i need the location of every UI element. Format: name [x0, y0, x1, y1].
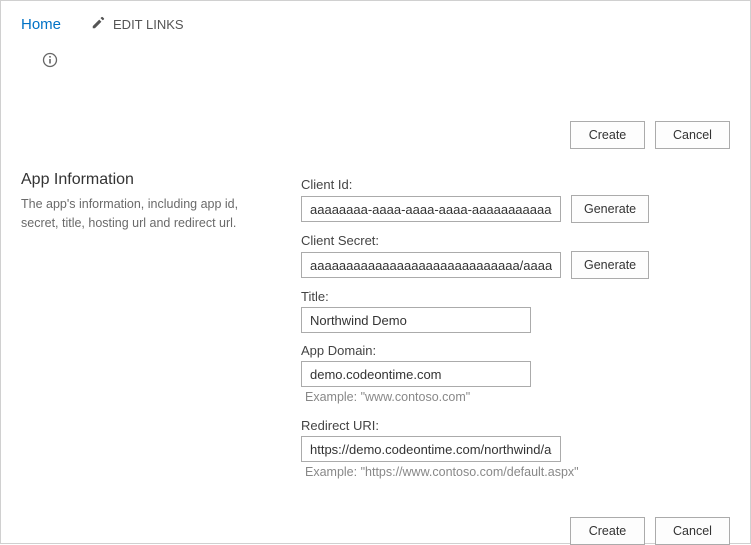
edit-links-button[interactable]: EDIT LINKS	[91, 16, 184, 33]
cancel-button[interactable]: Cancel	[655, 121, 730, 149]
generate-client-id-button[interactable]: Generate	[571, 195, 649, 223]
page-container: Home EDIT LINKS Create Cancel App Inform…	[0, 0, 751, 544]
info-icon[interactable]	[41, 51, 59, 69]
bottom-button-row: Create Cancel	[21, 487, 730, 545]
redirect-uri-field: Redirect URI: Example: "https://www.cont…	[301, 412, 730, 483]
pencil-icon	[91, 16, 105, 33]
client-id-label: Client Id:	[301, 171, 730, 195]
client-id-field: Client Id: Generate	[301, 171, 730, 223]
app-domain-label: App Domain:	[301, 337, 730, 361]
app-domain-field: App Domain: Example: "www.contoso.com"	[301, 337, 730, 408]
info-row	[21, 47, 730, 81]
redirect-uri-hint: Example: "https://www.contoso.com/defaul…	[301, 462, 730, 483]
create-button-bottom[interactable]: Create	[570, 517, 645, 545]
client-secret-input[interactable]	[301, 252, 561, 278]
cancel-button-bottom[interactable]: Cancel	[655, 517, 730, 545]
create-button[interactable]: Create	[570, 121, 645, 149]
client-secret-field: Client Secret: Generate	[301, 227, 730, 279]
home-link[interactable]: Home	[21, 16, 61, 33]
redirect-uri-input[interactable]	[301, 436, 561, 462]
client-secret-label: Client Secret:	[301, 227, 730, 251]
app-domain-hint: Example: "www.contoso.com"	[301, 387, 730, 408]
title-input[interactable]	[301, 307, 531, 333]
title-field: Title:	[301, 283, 730, 333]
form-column: Client Id: Generate Client Secret: Gener…	[301, 171, 730, 487]
content-area: App Information The app's information, i…	[21, 171, 730, 487]
generate-client-secret-button[interactable]: Generate	[571, 251, 649, 279]
title-label: Title:	[301, 283, 730, 307]
top-nav: Home EDIT LINKS	[21, 1, 730, 47]
app-domain-input[interactable]	[301, 361, 531, 387]
section-title: App Information	[21, 171, 271, 189]
top-button-row: Create Cancel	[21, 81, 730, 171]
edit-links-label: EDIT LINKS	[113, 17, 184, 32]
redirect-uri-label: Redirect URI:	[301, 412, 730, 436]
section-info-column: App Information The app's information, i…	[21, 171, 281, 487]
client-id-input[interactable]	[301, 196, 561, 222]
section-description: The app's information, including app id,…	[21, 195, 271, 233]
